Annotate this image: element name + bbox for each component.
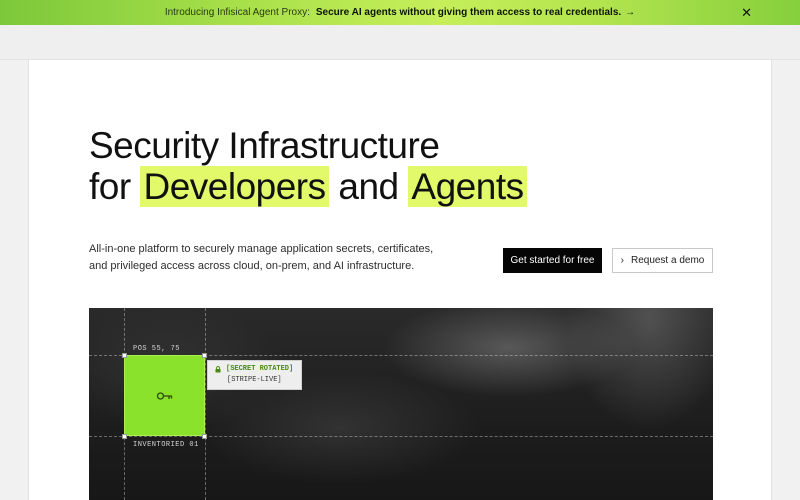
selection-handle (122, 353, 127, 358)
secret-key-tile (124, 355, 205, 436)
title-and: and (338, 166, 399, 207)
request-demo-button[interactable]: › Request a demo (612, 248, 713, 273)
selection-handle (202, 434, 207, 439)
secret-status-text: [SECRET ROTATED] (226, 365, 294, 373)
page-title: Security Infrastructure for Developers a… (89, 125, 527, 207)
arrow-right-icon: → (625, 7, 636, 18)
top-navigation-bar (0, 25, 800, 60)
key-icon (156, 391, 172, 400)
get-started-button[interactable]: Get started for free (503, 248, 602, 273)
hero-visual: POS 55, 75 [SECRET ROTATED] [STRIPE-LIVE… (89, 308, 713, 500)
close-banner-button[interactable]: ✕ (741, 5, 752, 21)
hero-section: Security Infrastructure for Developers a… (28, 60, 772, 500)
hero-description: All-in-one platform to securely manage a… (89, 243, 434, 272)
title-highlight-agents: Agents (408, 166, 527, 207)
banner-cta-text: Secure AI agents without giving them acc… (315, 7, 622, 18)
selection-handle (202, 353, 207, 358)
title-for: for (89, 166, 131, 207)
selection-handle (122, 434, 127, 439)
secret-status-tag: [SECRET ROTATED] [STRIPE-LIVE] (207, 360, 302, 390)
secret-name-text: [STRIPE-LIVE] (227, 376, 282, 384)
title-highlight-developers: Developers (140, 166, 329, 207)
guide-line-vertical (205, 308, 206, 500)
announcement-banner: Introducing Infisical Agent Proxy: Secur… (0, 0, 800, 25)
title-line-1: Security Infrastructure (89, 125, 440, 166)
inventoried-readout: INVENTORIED 01 (133, 441, 199, 449)
guide-line-horizontal (89, 436, 713, 437)
banner-intro-text: Introducing Infisical Agent Proxy: (164, 7, 310, 18)
lock-icon (215, 365, 221, 372)
position-readout: POS 55, 75 (133, 345, 181, 353)
request-demo-label: Request a demo (630, 255, 705, 266)
chevron-right-icon: › (620, 255, 624, 266)
title-line-2: for Developers and Agents (89, 166, 527, 207)
banner-cta-link[interactable]: Secure AI agents without giving them acc… (316, 7, 635, 18)
